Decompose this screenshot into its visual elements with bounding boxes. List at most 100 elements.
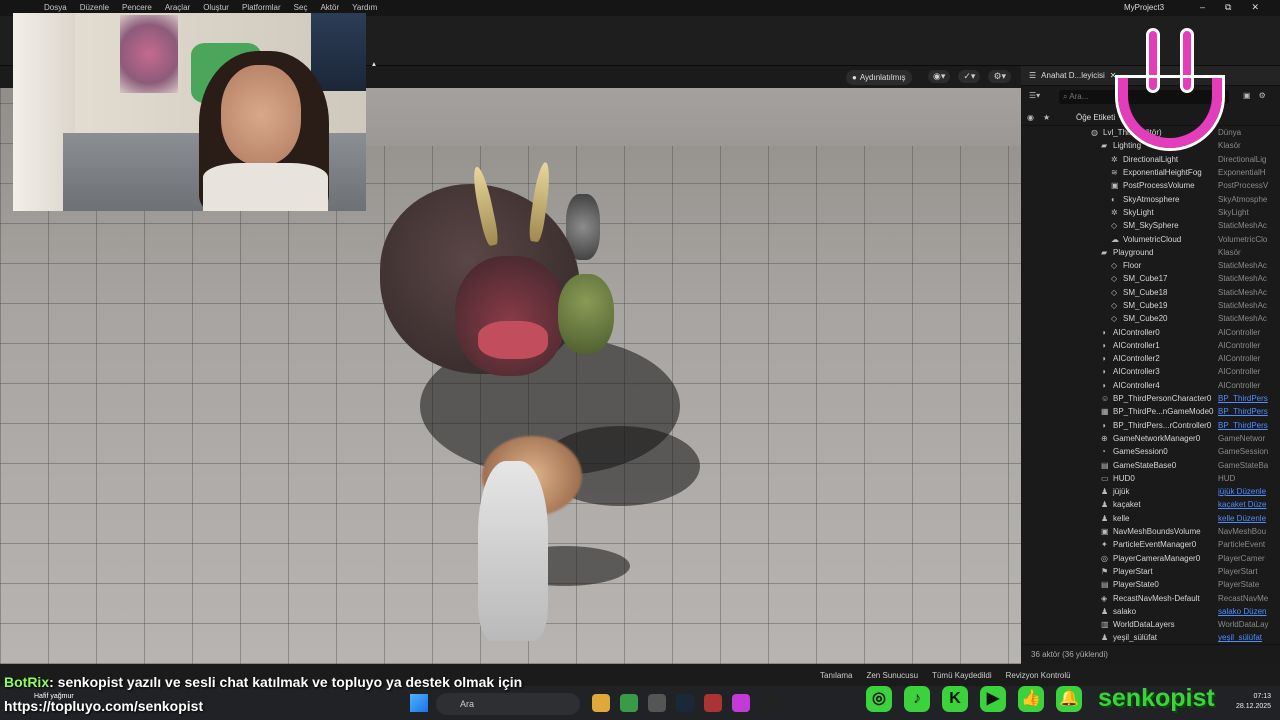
obs-icon[interactable]: [648, 694, 666, 712]
gamemode-icon: ▦: [1101, 407, 1109, 417]
outliner-row[interactable]: ◑ AIController1 AIController: [1021, 339, 1280, 352]
pawn-icon: ♟: [1101, 513, 1109, 523]
unreal-icon[interactable]: [760, 694, 778, 712]
outliner-row[interactable]: ☁ VolumetricCloud VolumetricClo: [1021, 232, 1280, 245]
outliner-row[interactable]: ♟ jüjük jüjük Düzenle: [1021, 485, 1280, 498]
twitch-icon[interactable]: [732, 694, 750, 712]
outliner-row[interactable]: ◇ Floor StaticMeshAc: [1021, 259, 1280, 272]
row-type[interactable]: jüjük Düzenle: [1218, 487, 1280, 496]
taskbar-search[interactable]: Ara: [436, 693, 580, 715]
row-type: AIController: [1218, 327, 1261, 337]
outliner-row[interactable]: ◈ RecastNavMesh-Default RecastNavMe: [1021, 591, 1280, 604]
outliner-row[interactable]: ◑ BP_ThirdPers...rController0 BP_ThirdPers: [1021, 419, 1280, 432]
menu-4[interactable]: Oluştur: [203, 3, 242, 12]
outliner-row[interactable]: ▰ Playground Klasör: [1021, 246, 1280, 259]
outliner-row[interactable]: ▥ WorldDataLayers WorldDataLay: [1021, 618, 1280, 631]
outliner-row[interactable]: ◐ SkyAtmosphere SkyAtmosphe: [1021, 192, 1280, 205]
show-flags-icon[interactable]: ◉▾: [928, 70, 951, 83]
menu-6[interactable]: Seç: [294, 3, 321, 12]
outliner-row[interactable]: ▤ GameStateBase0 GameStateBa: [1021, 458, 1280, 471]
steam-icon[interactable]: [676, 694, 694, 712]
light-icon: ✲: [1111, 207, 1118, 217]
outliner-row[interactable]: ◔ GameSession0 GameSession: [1021, 445, 1280, 458]
outliner-row[interactable]: ♟ kelle kelle Düzenle: [1021, 512, 1280, 525]
outliner-row[interactable]: ◑ AIController0 AIController: [1021, 325, 1280, 338]
outliner-row[interactable]: ♟ kaçaket kaçaket Düze: [1021, 498, 1280, 511]
menu-5[interactable]: Platformlar: [242, 3, 294, 12]
windows-start-icon[interactable]: [410, 694, 428, 712]
row-type: PlayerState: [1218, 580, 1260, 590]
favorite-icon[interactable]: ★: [1043, 113, 1050, 122]
status-item-0[interactable]: Tanılama: [820, 671, 852, 680]
add-folder-icon[interactable]: ▣: [1243, 91, 1251, 100]
outliner-row[interactable]: ⊕ GameNetworkManager0 GameNetwor: [1021, 432, 1280, 445]
visibility-icon[interactable]: ◉: [1027, 113, 1034, 122]
app-icon[interactable]: [704, 694, 722, 712]
outliner-row[interactable]: ≋ ExponentialHeightFog ExponentialH: [1021, 166, 1280, 179]
row-type[interactable]: BP_ThirdPers: [1218, 394, 1280, 403]
row-type: StaticMeshAc: [1218, 287, 1267, 297]
outliner-row[interactable]: ✦ ParticleEventManager0 ParticleEvent: [1021, 538, 1280, 551]
menu-7[interactable]: Aktör: [320, 3, 352, 12]
minimize-button[interactable]: –: [1200, 2, 1205, 13]
outliner-settings-icon[interactable]: ⚙: [1259, 91, 1266, 100]
status-item-1[interactable]: Zen Sunucusu: [866, 671, 918, 680]
outliner-row[interactable]: ◑ AIController3 AIController: [1021, 365, 1280, 378]
file-explorer-icon[interactable]: [592, 694, 610, 712]
settings-icon[interactable]: ⚙▾: [988, 70, 1012, 83]
project-name: MyProject3: [1124, 3, 1165, 12]
outliner-row[interactable]: ◇ SM_Cube19 StaticMeshAc: [1021, 299, 1280, 312]
outliner-row[interactable]: ◇ SM_Cube20 StaticMeshAc: [1021, 312, 1280, 325]
row-type[interactable]: yeşil_sülüfat: [1218, 633, 1280, 642]
row-type[interactable]: BP_ThirdPers: [1218, 407, 1280, 416]
row-name: GameStateBase0: [1113, 460, 1177, 470]
menu-2[interactable]: Pencere: [122, 3, 165, 12]
outliner-row[interactable]: ◇ SM_SkySphere StaticMeshAc: [1021, 219, 1280, 232]
outliner-row[interactable]: ▤ PlayerState0 PlayerState: [1021, 578, 1280, 591]
folder-icon: ▰: [1101, 247, 1108, 257]
player-character[interactable]: [478, 461, 548, 641]
outliner-row[interactable]: ✲ SkyLight SkyLight: [1021, 206, 1280, 219]
snapping-icon[interactable]: ✓▾: [958, 70, 981, 83]
filter-icon[interactable]: ☰▾: [1029, 91, 1040, 100]
menu-8[interactable]: Yardım: [352, 3, 390, 12]
controller-icon: ◑: [1101, 380, 1106, 390]
outliner-row[interactable]: ☺ BP_ThirdPersonCharacter0 BP_ThirdPers: [1021, 392, 1280, 405]
clock-date: 28.12.2025: [1236, 703, 1272, 710]
outliner-title: Anahat D...leyicisi: [1041, 71, 1105, 80]
outliner-row[interactable]: ♟ salako salako Düzen: [1021, 605, 1280, 618]
menu-3[interactable]: Araçlar: [165, 3, 203, 12]
close-button[interactable]: ✕: [1251, 2, 1259, 13]
controller-icon: ◑: [1101, 327, 1106, 337]
chrome-icon[interactable]: [620, 694, 638, 712]
status-item-2[interactable]: Tümü Kaydedildi: [932, 671, 992, 680]
outliner-row[interactable]: ▭ HUD0 HUD: [1021, 472, 1280, 485]
outliner-row[interactable]: ◇ SM_Cube18 StaticMeshAc: [1021, 286, 1280, 299]
row-type[interactable]: BP_ThirdPers: [1218, 421, 1280, 430]
outliner-row[interactable]: ◑ AIController4 AIController: [1021, 379, 1280, 392]
clock[interactable]: 07:13 28.12.2025: [1236, 692, 1271, 712]
row-type[interactable]: kelle Düzenle: [1218, 514, 1280, 523]
cam-parrot-poster: [311, 13, 366, 91]
camera-icon: ◎: [1101, 553, 1108, 563]
outliner-row[interactable]: ♟ yeşil_sülüfat yeşil_sülüfat: [1021, 631, 1280, 644]
smiley-mouth: [1118, 78, 1222, 148]
outliner-row[interactable]: ◑ AIController2 AIController: [1021, 352, 1280, 365]
outliner-row[interactable]: ◇ SM_Cube17 StaticMeshAc: [1021, 272, 1280, 285]
mesh-icon: ◇: [1111, 314, 1118, 324]
outliner-row[interactable]: ▦ BP_ThirdPe...nGameMode0 BP_ThirdPers: [1021, 405, 1280, 418]
outliner-row[interactable]: ▣ PostProcessVolume PostProcessV: [1021, 179, 1280, 192]
viewport-options: ◉▾ ✓▾ ⚙▾: [928, 70, 1012, 83]
goblin-character[interactable]: [558, 274, 614, 354]
outliner-row[interactable]: ◎ PlayerCameraManager0 PlayerCamer: [1021, 552, 1280, 565]
row-type[interactable]: kaçaket Düze: [1218, 500, 1280, 509]
outliner-row[interactable]: ⚑ PlayerStart PlayerStart: [1021, 565, 1280, 578]
row-type[interactable]: salako Düzen: [1218, 607, 1280, 616]
maximize-button[interactable]: ⧉: [1225, 2, 1231, 13]
status-item-3[interactable]: Revizyon Kontrolü: [1006, 671, 1071, 680]
menu-0[interactable]: Dosya: [44, 3, 80, 12]
controller-icon: ◑: [1101, 340, 1106, 350]
view-mode-button[interactable]: ● Aydınlatılmış: [846, 70, 912, 85]
outliner-row[interactable]: ▣ NavMeshBoundsVolume NavMeshBou: [1021, 525, 1280, 538]
menu-1[interactable]: Düzenle: [80, 3, 122, 12]
